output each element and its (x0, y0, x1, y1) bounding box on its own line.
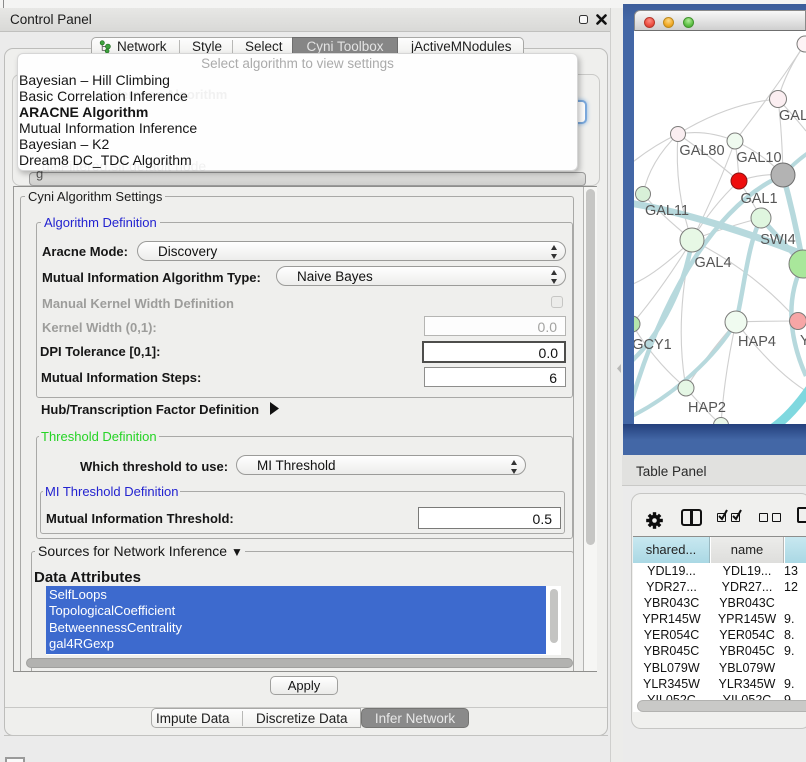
svg-text:GAL80: GAL80 (679, 143, 724, 159)
svg-text:GAL4: GAL4 (694, 255, 731, 271)
svg-text:Y: Y (800, 333, 806, 349)
svg-text:SWI4: SWI4 (760, 232, 795, 248)
svg-text:HAP4: HAP4 (738, 334, 776, 350)
svg-text:GAL10: GAL10 (736, 150, 781, 166)
svg-text:GCY1: GCY1 (634, 337, 672, 353)
svg-text:GAL11: GAL11 (645, 203, 689, 219)
svg-text:HAP2: HAP2 (688, 400, 726, 416)
svg-text:GAL2: GAL2 (779, 108, 806, 124)
svg-text:GAL1: GAL1 (740, 191, 777, 207)
